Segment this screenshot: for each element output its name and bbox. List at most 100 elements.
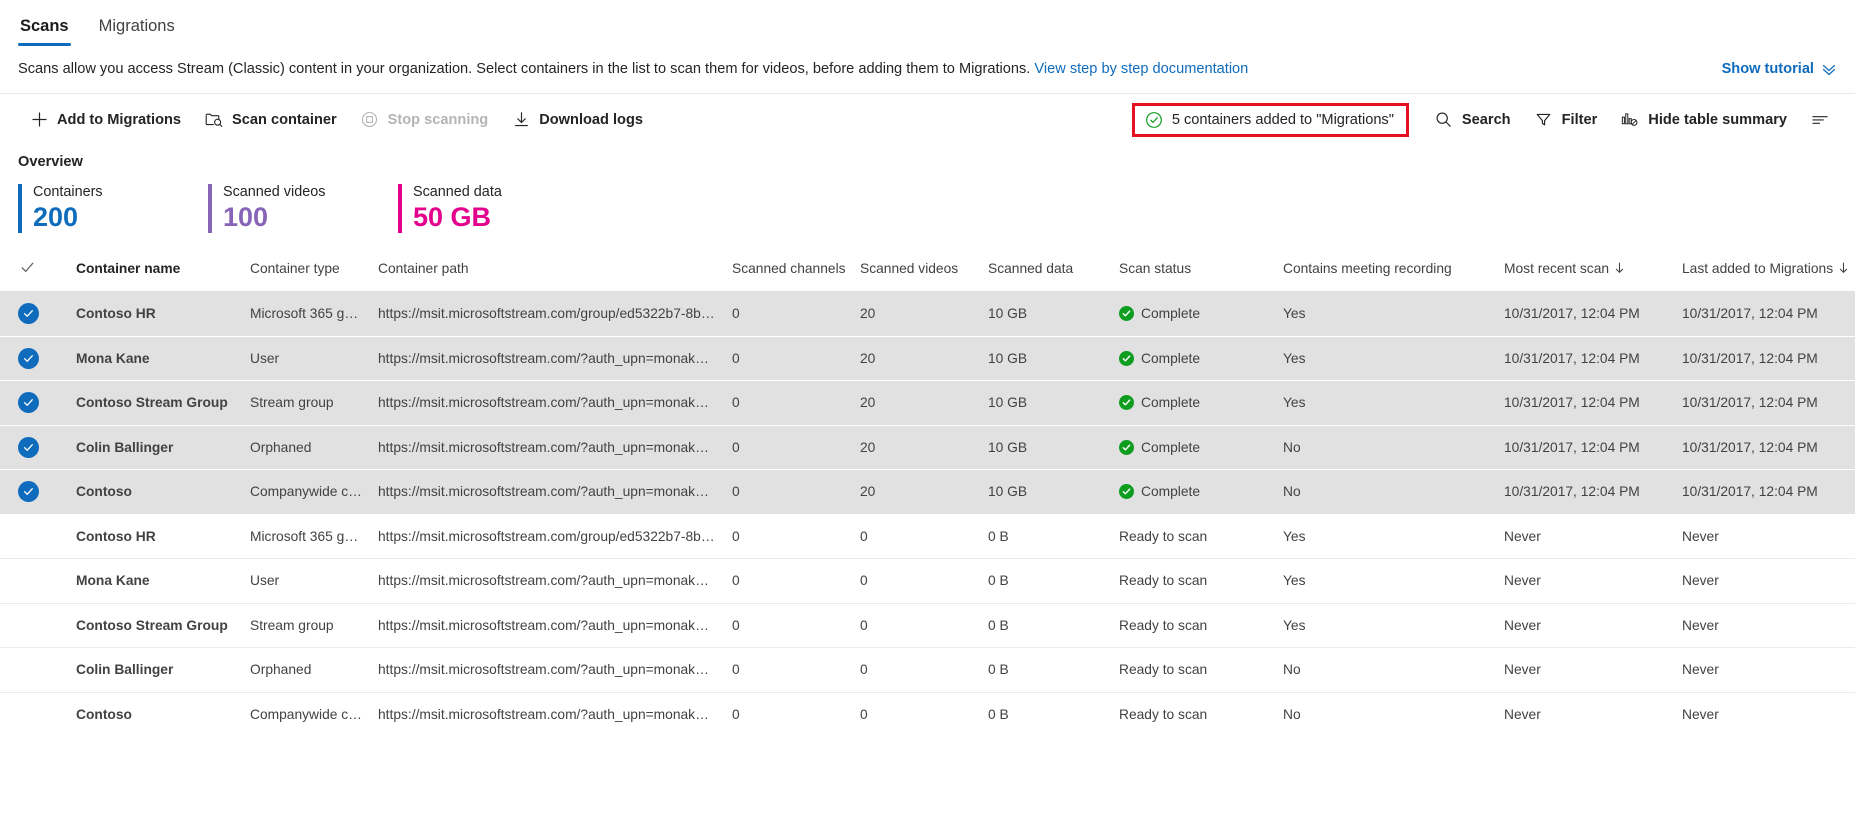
cell-scanned-data: 10 GB [980, 425, 1111, 471]
row-select-cell[interactable] [0, 380, 68, 426]
cell-container-path: https://msit.microsoftstream.com/?auth_u… [378, 662, 724, 678]
tab-migrations-label: Migrations [98, 16, 175, 35]
row-select-cell[interactable] [0, 291, 68, 337]
header-last-added-to-migrations[interactable]: Last added to Migrations [1674, 248, 1855, 292]
stat-scanned-data-label: Scanned data [413, 183, 502, 200]
table-row[interactable]: Mona Kane User https://msit.microsoftstrea… [0, 336, 1855, 382]
cell-container-name: Contoso [76, 706, 132, 722]
status-label: Complete [1141, 439, 1201, 455]
row-select-cell[interactable] [0, 603, 68, 648]
cell-most-recent-scan: 10/31/2017, 12:04 PM [1496, 380, 1674, 426]
cell-most-recent-scan: Never [1504, 528, 1541, 544]
more-options-button[interactable] [1799, 105, 1841, 135]
header-scanned-videos[interactable]: Scanned videos [852, 248, 980, 292]
stat-scanned-videos-label: Scanned videos [223, 183, 326, 200]
table-row[interactable]: Contoso Stream Group Stream group https://… [0, 380, 1855, 426]
cell-last-added-to-migrations: Never [1682, 573, 1719, 589]
cell-container-name: Contoso Stream Group [76, 617, 228, 633]
header-scanned-data[interactable]: Scanned data [980, 248, 1111, 292]
status-label: Complete [1141, 484, 1201, 500]
row-select-cell[interactable] [0, 336, 68, 382]
command-bar: Add to Migrations Scan container Stop sc… [0, 94, 1855, 146]
scan-container-label: Scan container [232, 111, 337, 128]
header-scanned-channels[interactable]: Scanned channels [724, 248, 852, 292]
table-row[interactable]: ContosoCompanywide channelhttps://msit.m… [0, 692, 1855, 729]
download-icon [512, 111, 530, 129]
header-contains-meeting-recording[interactable]: Contains meeting recording [1275, 248, 1496, 292]
status-complete-icon [1119, 395, 1134, 411]
cell-scanned-videos: 20 [852, 291, 980, 337]
tab-scans[interactable]: Scans [18, 17, 71, 47]
row-checkbox-checked[interactable] [18, 392, 39, 414]
cell-container-path: https://msit.microsoftstream.com/?auth_u… [378, 573, 724, 589]
search-button[interactable]: Search [1423, 105, 1523, 135]
cell-container-type: Stream group [242, 380, 370, 426]
cell-scanned-channels: 0 [724, 291, 852, 337]
table-row[interactable]: Colin Ballinger Orphaned https://msit.micr… [0, 648, 1855, 693]
show-tutorial-label: Show tutorial [1721, 61, 1814, 78]
row-select-cell[interactable] [0, 514, 68, 559]
status-badge: Complete [1119, 306, 1267, 322]
stat-card-containers: Containers 200 [18, 183, 208, 233]
row-select-cell[interactable] [0, 469, 68, 515]
cell-scan-status: Ready to scan [1111, 559, 1275, 604]
add-to-migrations-label: Add to Migrations [57, 111, 182, 128]
header-most-recent-scan[interactable]: Most recent scan [1496, 248, 1674, 292]
containers-added-notification[interactable]: 5 containers added to "Migrations" [1145, 111, 1394, 129]
cell-contains-meeting-recording: Yes [1283, 573, 1306, 589]
cell-scan-status: Ready to scan [1111, 692, 1275, 729]
step-by-step-documentation-link[interactable]: View step by step documentation [1034, 61, 1248, 77]
filter-button[interactable]: Filter [1523, 105, 1610, 135]
command-bar-right: 5 containers added to "Migrations" Searc… [1131, 102, 1841, 137]
cell-container-path: https://msit.microsoftstream.com/?auth_u… [370, 380, 724, 426]
cell-container-type: User [242, 336, 370, 382]
hide-table-summary-button[interactable]: Hide table summary [1609, 105, 1799, 135]
cell-contains-meeting-recording: Yes [1283, 528, 1306, 544]
header-container-name[interactable]: Container name [68, 248, 242, 292]
cell-container-name: Contoso Stream Group [68, 380, 242, 426]
show-tutorial-button[interactable]: Show tutorial [1722, 61, 1837, 77]
row-checkbox-checked[interactable] [18, 303, 39, 325]
row-select-cell[interactable] [0, 425, 68, 471]
row-select-cell[interactable] [0, 648, 68, 693]
status-label: Complete [1141, 350, 1201, 366]
cell-container-name: Colin Ballinger [68, 425, 242, 471]
table-row[interactable]: ContosoCompanywide channelhttps://msit.m… [0, 469, 1855, 515]
cell-scanned-channels: 0 [724, 469, 852, 515]
row-select-cell[interactable] [0, 559, 68, 604]
row-checkbox-checked[interactable] [18, 347, 39, 369]
cell-scanned-videos: 0 [860, 617, 868, 633]
header-container-type[interactable]: Container type [242, 248, 370, 292]
add-to-migrations-button[interactable]: Add to Migrations [18, 105, 193, 135]
folder-search-icon [205, 111, 223, 129]
cell-container-type: Orphaned [242, 425, 370, 471]
table-row[interactable]: Colin Ballinger Orphaned https://msit.micr… [0, 425, 1855, 471]
table-row[interactable]: Contoso HR Microsoft 365 group https://msi… [0, 291, 1855, 337]
download-logs-button[interactable]: Download logs [500, 105, 655, 135]
row-checkbox-checked[interactable] [18, 436, 39, 458]
cell-contains-meeting-recording: Yes [1275, 336, 1496, 382]
notification-text: 5 containers added to "Migrations" [1171, 111, 1394, 128]
cell-most-recent-scan: Never [1504, 573, 1541, 589]
header-container-path[interactable]: Container path [370, 248, 724, 292]
select-all-header[interactable] [0, 248, 68, 292]
status-label: Complete [1141, 395, 1201, 411]
status-badge: Complete [1119, 350, 1267, 366]
cell-container-path: https://msit.microsoftstream.com/?auth_u… [370, 425, 724, 471]
status-complete-icon [1119, 350, 1134, 366]
row-checkbox-checked[interactable] [18, 481, 39, 503]
cell-container-path: https://msit.microsoftstream.com/group/e… [370, 291, 724, 337]
table-row[interactable]: Contoso Stream Group Stream group https://… [0, 603, 1855, 648]
tab-bar: Scans Migrations [0, 0, 1855, 46]
row-select-cell[interactable] [0, 692, 68, 729]
cell-scanned-channels: 0 [724, 425, 852, 471]
filter-label: Filter [1561, 111, 1598, 128]
sort-descending-icon [1838, 262, 1849, 277]
header-last-added-label: Last added to Migrations [1682, 260, 1834, 276]
header-scan-status[interactable]: Scan status [1111, 248, 1275, 292]
table-row[interactable]: Contoso HR Microsoft 365 group https://msi… [0, 514, 1855, 559]
table-row[interactable]: Mona Kane User https://msit.microsoftstrea… [0, 559, 1855, 604]
stat-card-scanned-videos: Scanned videos 100 [208, 183, 398, 233]
scan-container-button[interactable]: Scan container [193, 105, 349, 135]
tab-migrations[interactable]: Migrations [97, 16, 177, 47]
